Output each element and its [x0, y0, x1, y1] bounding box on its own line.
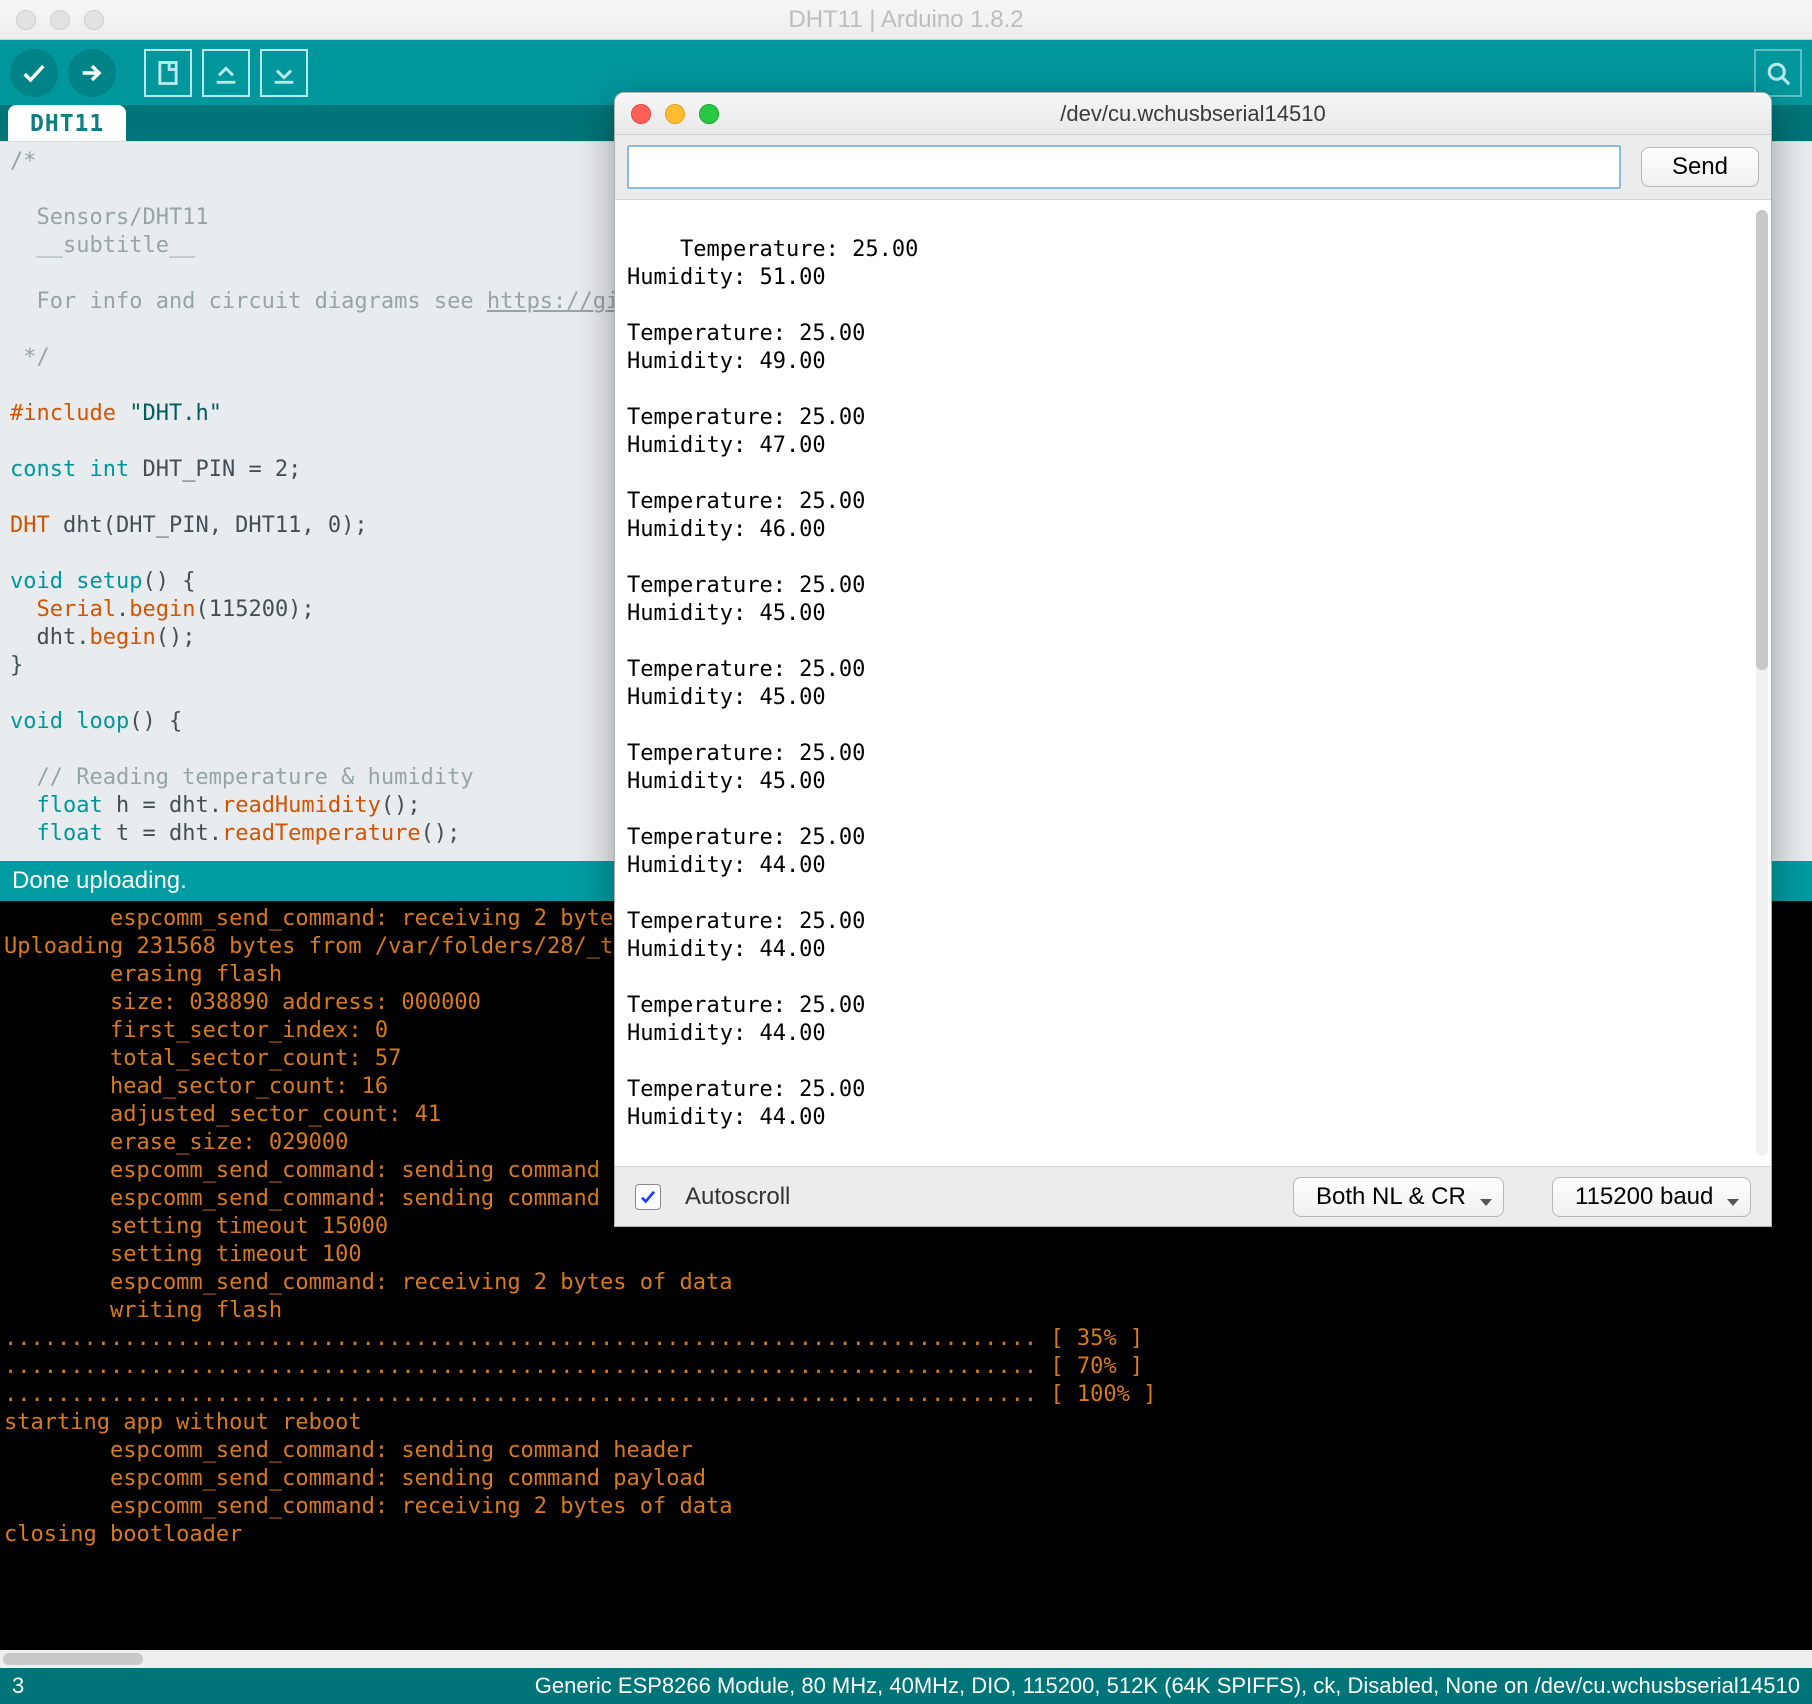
- sketch-tab[interactable]: DHT11: [8, 105, 126, 141]
- window-title-bar: DHT11 | Arduino 1.8.2: [0, 0, 1812, 40]
- serial-output-text: Temperature: 25.00 Humidity: 51.00 Tempe…: [627, 237, 918, 1130]
- verify-button[interactable]: [10, 49, 58, 97]
- horizontal-scrollbar[interactable]: [0, 1650, 1812, 1668]
- line-number-indicator: 3: [12, 1673, 24, 1699]
- serial-bottom-bar: Autoscroll Both NL & CR 115200 baud: [615, 1166, 1771, 1226]
- serial-title-bar: /dev/cu.wchusbserial14510: [615, 93, 1771, 135]
- upload-button[interactable]: [68, 49, 116, 97]
- serial-monitor-window: /dev/cu.wchusbserial14510 Send Temperatu…: [614, 92, 1772, 1227]
- autoscroll-label: Autoscroll: [685, 1183, 790, 1211]
- serial-input[interactable]: [627, 145, 1621, 189]
- board-info: Generic ESP8266 Module, 80 MHz, 40MHz, D…: [24, 1673, 1800, 1699]
- open-sketch-button[interactable]: [202, 49, 250, 97]
- serial-monitor-button[interactable]: [1754, 49, 1802, 97]
- footer-bar: 3 Generic ESP8266 Module, 80 MHz, 40MHz,…: [0, 1668, 1812, 1704]
- traffic-zoom-icon[interactable]: [84, 10, 104, 30]
- traffic-close-icon[interactable]: [16, 10, 36, 30]
- serial-close-icon[interactable]: [631, 104, 651, 124]
- serial-scrollbar-thumb[interactable]: [1756, 210, 1768, 670]
- send-button[interactable]: Send: [1641, 147, 1759, 187]
- serial-output[interactable]: Temperature: 25.00 Humidity: 51.00 Tempe…: [615, 200, 1771, 1166]
- save-sketch-button[interactable]: [260, 49, 308, 97]
- serial-minimize-icon[interactable]: [665, 104, 685, 124]
- window-title: DHT11 | Arduino 1.8.2: [0, 6, 1812, 34]
- serial-title: /dev/cu.wchusbserial14510: [615, 101, 1771, 127]
- baud-rate-select[interactable]: 115200 baud: [1552, 1177, 1751, 1217]
- traffic-minimize-icon[interactable]: [50, 10, 70, 30]
- serial-zoom-icon[interactable]: [699, 104, 719, 124]
- autoscroll-checkbox[interactable]: [635, 1184, 661, 1210]
- line-ending-select[interactable]: Both NL & CR: [1293, 1177, 1504, 1217]
- new-sketch-button[interactable]: [144, 49, 192, 97]
